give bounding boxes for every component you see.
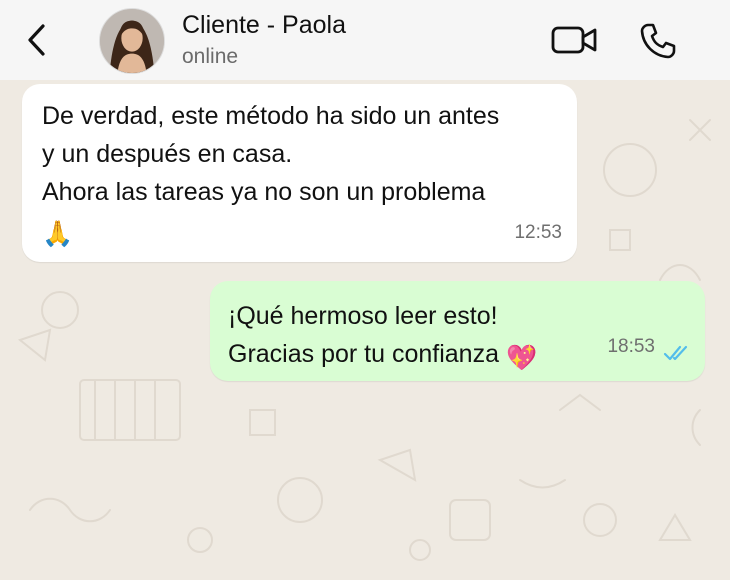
message-text-line: De verdad, este método ha sido un antes (42, 102, 500, 130)
message-text-line: Ahora las tareas ya no son un problema (42, 178, 486, 206)
contact-status: online (182, 45, 239, 68)
message-timestamp: 12:53 (514, 222, 562, 243)
avatar-photo (100, 9, 164, 73)
incoming-message-bubble[interactable]: De verdad, este método ha sido un antes … (22, 84, 577, 262)
message-text-line: y un después en casa. (42, 140, 293, 168)
video-camera-icon (551, 26, 597, 54)
contact-name[interactable]: Cliente - Paola (182, 11, 346, 40)
read-receipt-double-check-icon (663, 345, 688, 361)
back-button[interactable] (22, 22, 52, 58)
praying-hands-emoji: 🙏 (42, 220, 74, 248)
message-timestamp: 18:53 (607, 336, 655, 357)
outgoing-message-bubble[interactable]: ¡Qué hermoso leer esto! Gracias por tu c… (210, 281, 705, 381)
voice-call-button[interactable] (639, 22, 677, 60)
message-text-line: Gracias por tu confianza (228, 340, 499, 368)
chat-area[interactable]: De verdad, este método ha sido un antes … (0, 80, 730, 580)
video-call-button[interactable] (551, 24, 599, 56)
chat-header: Cliente - Paola online (0, 0, 730, 80)
avatar[interactable] (99, 8, 165, 74)
phone-icon (640, 23, 676, 59)
sparkling-heart-emoji: 💖 (505, 344, 538, 372)
chevron-left-icon (28, 24, 45, 56)
